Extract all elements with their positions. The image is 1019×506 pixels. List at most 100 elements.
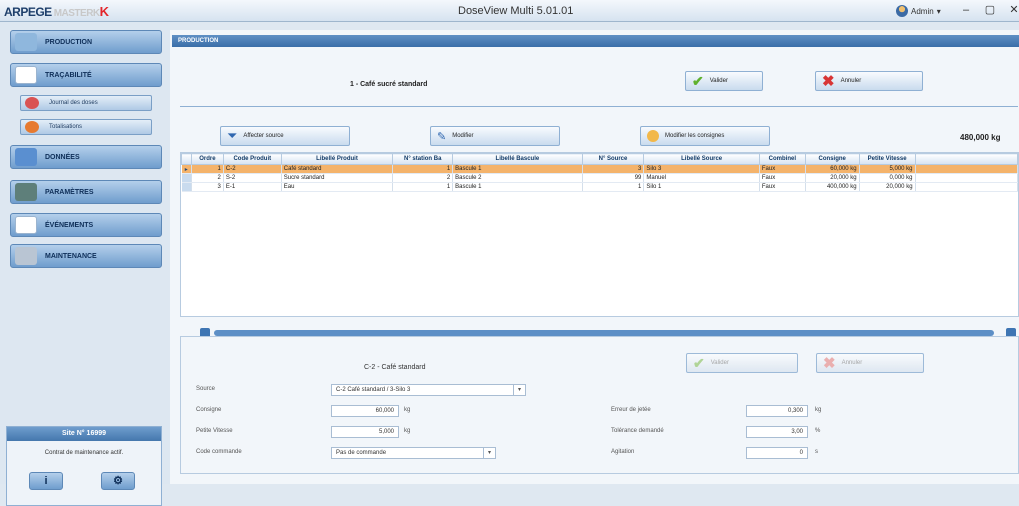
cancel-button[interactable]: ✖ Annuler bbox=[815, 71, 923, 91]
nav-journal-label: Journal des doses bbox=[49, 100, 98, 106]
tolerance-input[interactable]: 3,00 bbox=[746, 426, 808, 438]
table-row[interactable]: 2 S-2 Sucre standard 2 Bascule 2 99 Manu… bbox=[181, 173, 1018, 183]
info-icon: i bbox=[44, 475, 48, 487]
user-menu[interactable]: Admin ▾ bbox=[896, 5, 941, 17]
agitation-label: Agitation bbox=[611, 449, 635, 455]
source-label: Source bbox=[196, 386, 216, 392]
cell: Bascule 1 bbox=[452, 164, 583, 174]
sidebar: PRODUCTION TRAÇABILITÉ Journal des doses… bbox=[0, 22, 170, 506]
app-logo: ARPEGE MASTERKK bbox=[4, 4, 109, 19]
cross-icon: ✖ bbox=[822, 73, 835, 90]
column-header[interactable]: Code Produit bbox=[222, 153, 282, 165]
jet-error-input[interactable]: 0,300 bbox=[746, 405, 808, 417]
brand-suffix: MASTERK bbox=[53, 8, 100, 19]
setpoints-icon bbox=[647, 130, 659, 142]
row-indicator-header bbox=[181, 153, 192, 165]
column-header[interactable]: N° station Ba bbox=[392, 153, 454, 165]
user-name: Admin bbox=[911, 6, 934, 16]
nav-maintenance[interactable]: MAINTENANCE bbox=[10, 244, 162, 268]
close-button[interactable]: ✕ bbox=[1004, 3, 1019, 18]
edit-validate-button[interactable]: ✔ Valider bbox=[686, 353, 798, 373]
command-code-value: Pas de commande bbox=[336, 450, 387, 456]
edit-validate-label: Valider bbox=[710, 360, 729, 366]
total-weight: 480,000 kg bbox=[960, 133, 1001, 142]
table-row[interactable]: 3 E-1 Eau 1 Bascule 1 1 Silo 1 Faux 400,… bbox=[181, 182, 1018, 192]
modify-label: Modifier bbox=[452, 133, 474, 139]
command-code-select[interactable]: Pas de commande ▾ bbox=[331, 447, 496, 459]
nav-evenements-label: ÉVÉNEMENTS bbox=[45, 221, 94, 229]
cell: Sucre standard bbox=[281, 173, 394, 183]
cell bbox=[915, 182, 1018, 192]
dropdown-arrow-icon: ▾ bbox=[483, 448, 495, 458]
assign-source-button[interactable]: ⏷ Affecter source bbox=[220, 126, 350, 146]
cell: 3 bbox=[582, 164, 645, 174]
modify-setpoints-button[interactable]: Modifier les consignes bbox=[640, 126, 770, 146]
cell: Silo 3 bbox=[643, 164, 760, 174]
cell: Manuel bbox=[643, 173, 760, 183]
dropdown-arrow-icon: ▾ bbox=[513, 385, 525, 395]
cell: 60,000 kg bbox=[805, 164, 860, 174]
recipe-grid: Ordre Code Produit Libellé Produit N° st… bbox=[180, 152, 1019, 317]
component-title: C-2 - Café standard bbox=[364, 364, 426, 371]
setpoint-input[interactable]: 60,000 bbox=[331, 405, 399, 417]
cell: 0,000 kg bbox=[859, 173, 916, 183]
cell: C-2 bbox=[223, 164, 282, 174]
title-bar: ARPEGE MASTERKK DoseView Multi 5.01.01 Ad… bbox=[0, 0, 1019, 22]
nav-tracabilite[interactable]: TRAÇABILITÉ bbox=[10, 63, 162, 87]
cross-icon: ✖ bbox=[823, 355, 836, 372]
modify-button[interactable]: ✎ Modifier bbox=[430, 126, 560, 146]
nav-production[interactable]: PRODUCTION bbox=[10, 30, 162, 54]
nav-parametres[interactable]: PARAMÈTRES bbox=[10, 180, 162, 204]
source-select[interactable]: C-2 Café standard / 3-Silo 3 ▾ bbox=[331, 384, 526, 396]
agitation-input[interactable]: 0 bbox=[746, 447, 808, 459]
column-header[interactable]: Libellé Source bbox=[643, 153, 760, 165]
column-header[interactable]: Combinel bbox=[758, 153, 806, 165]
validate-label: Valider bbox=[709, 78, 728, 84]
cell: 1 bbox=[392, 182, 454, 192]
column-header[interactable]: Libellé Produit bbox=[280, 153, 394, 165]
column-header[interactable]: N° Source bbox=[581, 153, 645, 165]
gear-icon: ⚙ bbox=[113, 475, 123, 487]
cell: Eau bbox=[281, 182, 394, 192]
validate-button[interactable]: ✔ Valider bbox=[685, 71, 763, 91]
cancel-label: Annuler bbox=[840, 78, 862, 84]
column-header[interactable]: Consigne bbox=[804, 153, 860, 165]
minimize-button[interactable]: – bbox=[956, 3, 976, 18]
settings-button[interactable]: ⚙ bbox=[101, 472, 135, 490]
nav-donnees[interactable]: DONNÉES bbox=[10, 145, 162, 169]
command-code-label: Code commande bbox=[196, 449, 242, 455]
cell: 2 bbox=[392, 173, 454, 183]
cell: 400,000 kg bbox=[805, 182, 860, 192]
checkmark-icon: ✔ bbox=[692, 72, 704, 89]
tolerance-label: Tolérance demandé bbox=[611, 428, 664, 434]
edit-cancel-button[interactable]: ✖ Annuler bbox=[816, 353, 924, 373]
nav-totalisations[interactable]: Totalisations bbox=[20, 119, 152, 135]
document-icon bbox=[15, 66, 37, 84]
column-header[interactable]: Petite Vitesse bbox=[858, 153, 916, 165]
slow-speed-input[interactable]: 5,000 bbox=[331, 426, 399, 438]
slow-speed-unit: kg bbox=[404, 428, 411, 434]
setpoint-label: Consigne bbox=[196, 407, 222, 413]
nav-evenements[interactable]: ÉVÉNEMENTS bbox=[10, 213, 162, 237]
column-header[interactable]: Ordre bbox=[190, 153, 224, 165]
setpoint-unit: kg bbox=[404, 407, 411, 413]
cell: Silo 1 bbox=[643, 182, 760, 192]
data-icon bbox=[15, 148, 37, 166]
cell: Faux bbox=[759, 164, 806, 174]
dropdown-arrow-icon: ▾ bbox=[936, 6, 941, 16]
info-button[interactable]: i bbox=[29, 472, 63, 490]
row-selected-marker: ▸ bbox=[181, 164, 192, 174]
column-header[interactable]: Libellé Bascule bbox=[452, 153, 583, 165]
checkmark-icon: ✔ bbox=[693, 354, 705, 371]
cell: 20,000 kg bbox=[859, 182, 916, 192]
section-header: PRODUCTION bbox=[172, 35, 1019, 47]
restore-button[interactable]: ▢ bbox=[980, 3, 1000, 18]
nav-journal-doses[interactable]: Journal des doses bbox=[20, 95, 152, 111]
cell: 3 bbox=[191, 182, 224, 192]
table-row[interactable]: ▸ 1 C-2 Café standard 1 Bascule 1 3 Silo… bbox=[181, 164, 1018, 174]
slow-speed-label: Petite Vitesse bbox=[196, 428, 233, 434]
cell: E-1 bbox=[223, 182, 282, 192]
cell bbox=[915, 164, 1018, 174]
row-indicator bbox=[181, 182, 192, 192]
source-value: C-2 Café standard / 3-Silo 3 bbox=[336, 387, 411, 393]
